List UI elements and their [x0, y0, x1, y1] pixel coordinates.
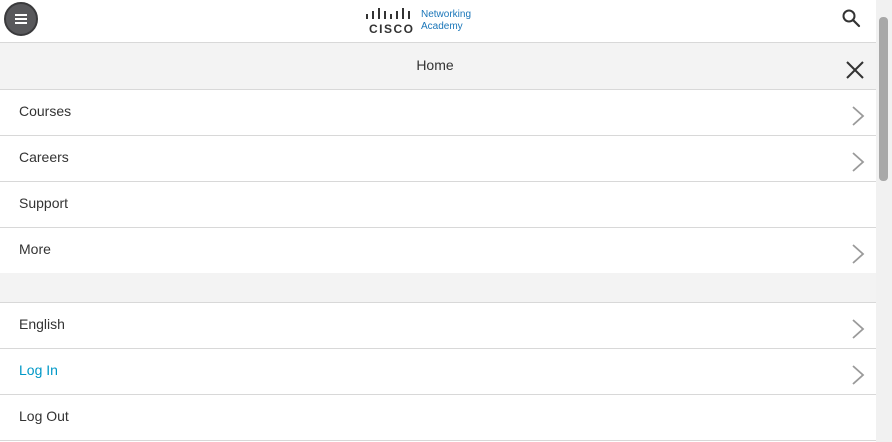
logo-brand-text: CISCO — [369, 22, 415, 36]
menu-item-label: Courses — [19, 103, 72, 119]
menu-panel-header: Home — [0, 43, 876, 90]
chevron-right-icon — [852, 365, 865, 385]
menu-item-support[interactable]: Support — [0, 182, 876, 228]
menu-item-log-out[interactable]: Log Out — [0, 395, 876, 441]
menu-item-label: More — [19, 241, 51, 257]
scrollbar-thumb[interactable] — [879, 17, 888, 181]
chevron-right-icon — [852, 319, 865, 339]
chevron-right-icon — [852, 106, 865, 126]
log-in-link[interactable]: Log In — [19, 362, 58, 378]
menu-item-courses[interactable]: Courses — [0, 90, 876, 136]
logo-academy-text: Academy — [421, 21, 463, 32]
menu-item-more[interactable]: More — [0, 228, 876, 274]
menu-section-divider — [0, 273, 876, 303]
search-button[interactable] — [841, 8, 861, 28]
top-navigation-bar: CISCO Networking Academy — [0, 0, 876, 43]
menu-item-label: Careers — [19, 149, 69, 165]
logo-networking-text: Networking — [421, 9, 472, 20]
menu-item-log-in[interactable]: Log In — [0, 349, 876, 395]
search-icon — [842, 9, 861, 28]
chevron-right-icon — [852, 244, 865, 264]
cisco-networking-academy-logo[interactable]: CISCO Networking Academy — [365, 8, 485, 36]
menu-item-language[interactable]: English — [0, 303, 876, 349]
menu-item-label: English — [19, 316, 65, 332]
chevron-right-icon — [852, 152, 865, 172]
menu-button[interactable] — [4, 2, 38, 36]
hamburger-icon — [15, 14, 27, 24]
vertical-scrollbar[interactable] — [876, 0, 892, 442]
close-button[interactable] — [845, 60, 865, 80]
main-menu-list: Courses Careers Support More — [0, 90, 876, 274]
panel-title: Home — [416, 57, 454, 73]
menu-item-careers[interactable]: Careers — [0, 136, 876, 182]
menu-item-label: Log Out — [19, 408, 69, 424]
account-menu-list: English Log In Log Out — [0, 303, 876, 441]
cisco-bridge-icon — [366, 8, 410, 19]
close-icon — [846, 61, 864, 79]
menu-item-label: Support — [19, 195, 69, 211]
